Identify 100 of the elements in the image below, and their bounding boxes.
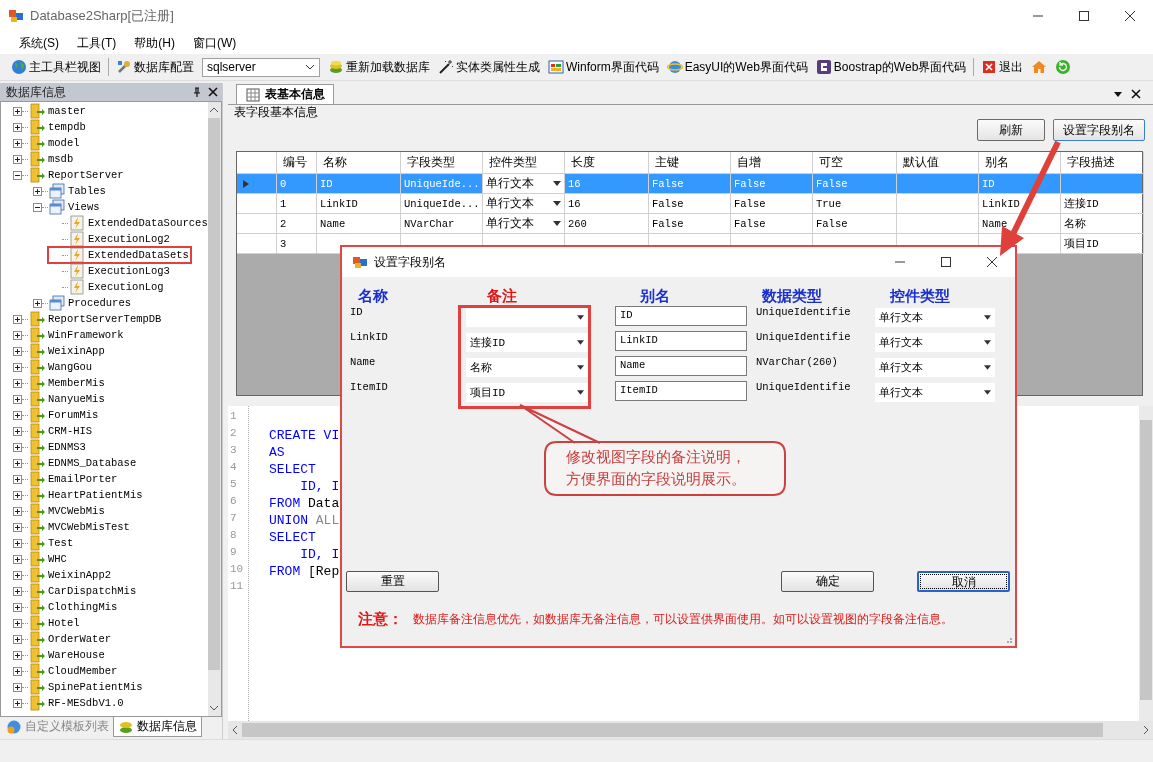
tree-item[interactable]: tempdb <box>48 121 86 133</box>
maximize-icon[interactable] <box>940 256 952 268</box>
menu-item[interactable]: 系统(S) <box>10 34 68 52</box>
menu-item[interactable]: 帮助(H) <box>125 34 184 52</box>
tree-item[interactable]: NanyueMis <box>48 393 105 405</box>
tree-item[interactable]: WinFramework <box>48 329 124 341</box>
tree-item[interactable]: ExtendedDataSets <box>88 249 189 261</box>
expand-toggle[interactable] <box>13 682 22 692</box>
scroll-up-icon[interactable] <box>209 107 220 113</box>
panel-tab[interactable]: 数据库信息 <box>113 717 202 737</box>
tree-item[interactable]: EmailPorter <box>48 473 118 485</box>
expand-toggle[interactable] <box>13 490 22 500</box>
tree-item[interactable]: ReportServer <box>48 169 124 181</box>
menu-item[interactable]: 工具(T) <box>68 34 126 52</box>
expand-toggle[interactable] <box>13 570 22 580</box>
expand-toggle[interactable] <box>13 330 22 340</box>
alias-input[interactable]: LinkID <box>615 331 747 351</box>
dialog-button[interactable]: 确定 <box>781 571 874 592</box>
scroll-down-icon[interactable] <box>209 705 220 711</box>
tree-item[interactable]: WeixinApp2 <box>48 569 111 581</box>
expand-toggle[interactable] <box>13 586 22 596</box>
dialog-button[interactable]: 重置 <box>346 571 439 592</box>
expand-toggle[interactable] <box>13 634 22 644</box>
refresh-icon[interactable] <box>1055 59 1072 75</box>
expand-toggle[interactable] <box>13 378 22 388</box>
toolbar-button[interactable]: 退出 <box>978 56 1027 78</box>
tree-item[interactable]: Procedures <box>68 297 131 309</box>
toolbar-button[interactable]: 重新加载数据库 <box>325 56 433 78</box>
tree-item[interactable]: ClothingMis <box>48 601 118 613</box>
expand-toggle[interactable] <box>13 170 22 180</box>
control-type-dropdown[interactable]: 单行文本 <box>875 333 995 352</box>
tree-item[interactable]: Views <box>68 201 100 213</box>
tree-item[interactable]: ReportServerTempDB <box>48 313 162 325</box>
remark-dropdown[interactable]: 名称 <box>466 358 588 377</box>
tree-item[interactable]: HeartPatientMis <box>48 489 143 501</box>
scrollbar[interactable] <box>228 721 1153 739</box>
expand-toggle[interactable] <box>13 602 22 612</box>
expand-toggle[interactable] <box>13 474 22 484</box>
expand-toggle[interactable] <box>13 394 22 404</box>
tree-item[interactable]: OrderWater <box>48 633 111 645</box>
close-icon[interactable] <box>1124 10 1136 22</box>
expand-toggle[interactable] <box>33 186 42 196</box>
scroll-left-icon[interactable] <box>232 725 238 735</box>
expand-toggle[interactable] <box>13 410 22 420</box>
menu-item[interactable]: 窗口(W) <box>184 34 246 52</box>
tree-item[interactable]: WHC <box>48 553 67 565</box>
expand-toggle[interactable] <box>13 538 22 548</box>
tree-item[interactable]: Tables <box>68 185 106 197</box>
table-cell[interactable]: 单行文本 <box>486 195 534 212</box>
expand-toggle[interactable] <box>13 154 22 164</box>
tree-item[interactable]: EDNMS3 <box>48 441 86 453</box>
action-button[interactable]: 刷新 <box>977 119 1045 141</box>
close-icon[interactable] <box>208 87 218 97</box>
toolbar-button[interactable]: Winform界面代码 <box>545 56 662 78</box>
dropdown-icon[interactable] <box>553 221 561 226</box>
expand-toggle[interactable] <box>13 426 22 436</box>
document-tab[interactable]: 表基本信息 <box>236 84 334 104</box>
expand-toggle[interactable] <box>13 122 22 132</box>
table-cell[interactable]: 单行文本 <box>486 215 534 232</box>
database-type-dropdown[interactable]: sqlserver <box>202 57 320 77</box>
tree-item[interactable]: ExecutionLog2 <box>88 233 170 245</box>
expand-toggle[interactable] <box>33 298 42 308</box>
tree-item[interactable]: MVCWebMisTest <box>48 521 130 533</box>
tree-item[interactable]: CloudMember <box>48 665 118 677</box>
alias-input[interactable]: Name <box>615 356 747 376</box>
maximize-icon[interactable] <box>1078 10 1090 22</box>
close-icon[interactable] <box>1131 89 1141 99</box>
tree-item[interactable]: RF-MESdbV1.0 <box>48 697 124 709</box>
scrollbar[interactable] <box>207 102 221 716</box>
expand-toggle[interactable] <box>13 506 22 516</box>
dropdown-icon[interactable] <box>1113 89 1123 99</box>
expand-toggle[interactable] <box>13 106 22 116</box>
close-icon[interactable] <box>986 256 998 268</box>
table-row[interactable]: 2 Name NVarChar 单行文本 260 False False False Name 名称 <box>237 214 1142 234</box>
pin-icon[interactable] <box>192 87 202 97</box>
toolbar-button[interactable]: 数据库配置 <box>113 56 197 78</box>
tree-item[interactable]: Hotel <box>48 617 80 629</box>
tree-item[interactable]: SpinePatientMis <box>48 681 143 693</box>
tree-item[interactable]: CarDispatchMis <box>48 585 137 597</box>
tree-item[interactable]: master <box>48 105 86 117</box>
tree-item[interactable]: WareHouse <box>48 649 105 661</box>
dropdown-icon[interactable] <box>553 201 561 206</box>
tree-item[interactable]: WeixinApp <box>48 345 105 357</box>
expand-toggle[interactable] <box>13 138 22 148</box>
expand-toggle[interactable] <box>13 522 22 532</box>
expand-toggle[interactable] <box>13 618 22 628</box>
expand-toggle[interactable] <box>13 458 22 468</box>
scrollbar[interactable] <box>1139 406 1153 721</box>
tree-item[interactable]: ExecutionLog3 <box>88 265 170 277</box>
expand-toggle[interactable] <box>13 442 22 452</box>
table-row[interactable]: 1 LinkID UniqueIde... 单行文本 16 False False True LinkID 连接ID <box>237 194 1142 214</box>
dialog-button[interactable]: 取消 <box>917 571 1010 592</box>
expand-toggle[interactable] <box>13 346 22 356</box>
control-type-dropdown[interactable]: 单行文本 <box>875 308 995 327</box>
remark-dropdown[interactable]: 项目ID <box>466 383 588 402</box>
toolbar-button[interactable]: 实体类属性生成 <box>435 56 543 78</box>
alias-input[interactable]: ID <box>615 306 747 326</box>
tree-item[interactable]: ExecutionLog <box>88 281 164 293</box>
expand-toggle[interactable] <box>13 554 22 564</box>
toolbar-button[interactable]: Boostrap的Web界面代码 <box>812 56 970 78</box>
